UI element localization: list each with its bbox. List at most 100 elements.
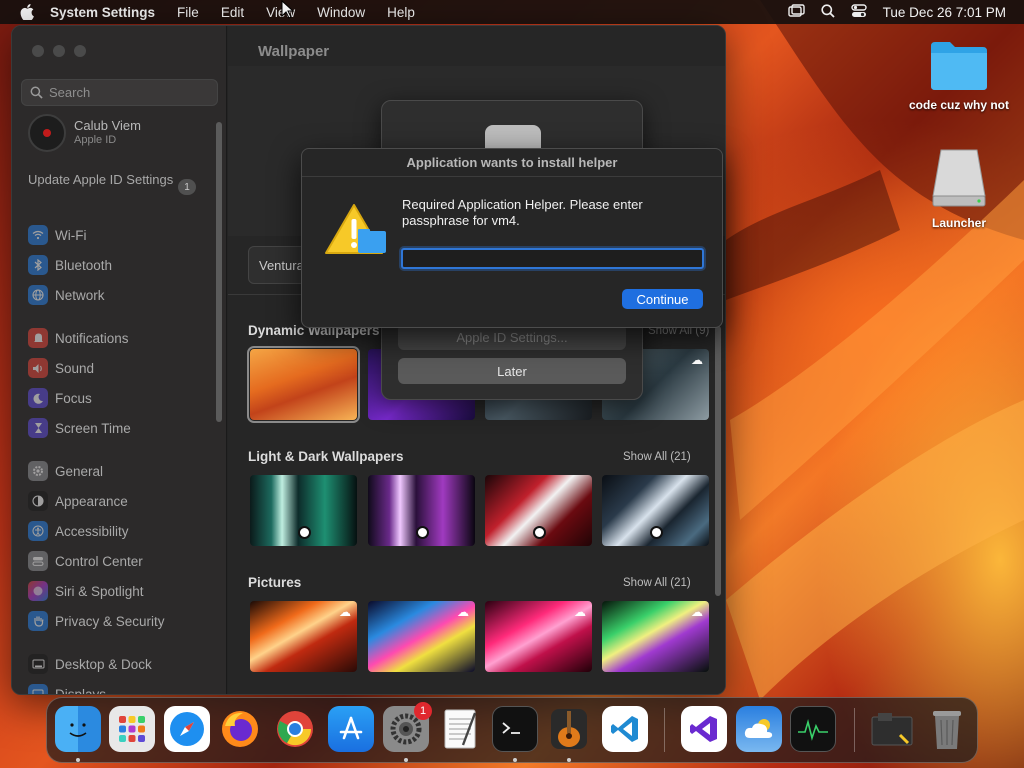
sidebar-item-label: Displays bbox=[55, 686, 107, 695]
sidebar-item-screen-time[interactable]: Screen Time bbox=[28, 417, 131, 439]
appearance-icon bbox=[28, 491, 48, 511]
later-button[interactable]: Later bbox=[398, 358, 626, 384]
wallpaper-thumb-picture-2[interactable]: ☁ bbox=[368, 601, 475, 672]
sidebar-item-siri-spotlight[interactable]: Siri & Spotlight bbox=[28, 580, 144, 602]
sidebar-scrollbar[interactable] bbox=[216, 122, 222, 422]
wallpaper-thumb-light-dark-2[interactable] bbox=[368, 475, 475, 546]
update-count-badge: 1 bbox=[178, 179, 196, 195]
sidebar-item-label: Privacy & Security bbox=[55, 613, 165, 629]
close-window-button[interactable] bbox=[32, 45, 44, 57]
notification-badge: 1 bbox=[414, 702, 432, 720]
sidebar-item-general[interactable]: General bbox=[28, 460, 103, 482]
wallpaper-thumb-ventura[interactable] bbox=[247, 346, 360, 423]
minimize-window-button[interactable] bbox=[53, 45, 65, 57]
sidebar-item-desktop-dock[interactable]: Desktop & Dock bbox=[28, 653, 152, 675]
menu-file[interactable]: File bbox=[177, 5, 199, 20]
dock-terminal-icon[interactable] bbox=[492, 706, 538, 752]
desktop-folder[interactable]: code cuz why not bbox=[899, 38, 1019, 112]
sidebar-item-sound[interactable]: Sound bbox=[28, 357, 94, 379]
continue-button[interactable]: Continue bbox=[622, 289, 703, 309]
dock-chrome-icon[interactable] bbox=[272, 706, 318, 752]
wallpaper-thumb-light-dark-3[interactable] bbox=[485, 475, 592, 546]
sidebar-item-label: Network bbox=[55, 287, 105, 303]
sidebar-item-bluetooth[interactable]: Bluetooth bbox=[28, 254, 112, 276]
sidebar-item-network[interactable]: Network bbox=[28, 284, 105, 306]
dock-downloads-stack-icon[interactable] bbox=[869, 706, 915, 752]
page-title: Wallpaper bbox=[258, 43, 330, 60]
wallpaper-thumb-light-dark-1[interactable] bbox=[250, 475, 357, 546]
dialog-message: Required Application Helper. Please ente… bbox=[402, 197, 643, 228]
control-center-icon[interactable] bbox=[850, 3, 867, 21]
dock-icon bbox=[28, 654, 48, 674]
mouse-cursor-icon bbox=[281, 0, 295, 19]
sidebar-item-label: Bluetooth bbox=[55, 257, 113, 273]
wallpaper-thumb-light-dark-4[interactable] bbox=[602, 475, 709, 546]
show-all-light-dark-link[interactable]: Show All (21) bbox=[623, 451, 691, 463]
wallpaper-thumb-picture-4[interactable]: ☁ bbox=[602, 601, 709, 672]
app-menu-system-settings[interactable]: System Settings bbox=[50, 5, 155, 20]
sidebar-item-label: Wi-Fi bbox=[55, 227, 87, 243]
dock-weather-icon[interactable] bbox=[736, 706, 782, 752]
wallpaper-thumb-picture-1[interactable]: ☁ bbox=[250, 601, 357, 672]
sidebar-item-label: Desktop & Dock bbox=[55, 656, 152, 672]
passphrase-input[interactable] bbox=[401, 248, 704, 269]
dock-finder-icon[interactable] bbox=[55, 706, 101, 752]
dock-textedit-icon[interactable] bbox=[438, 706, 484, 752]
apple-menu-icon[interactable] bbox=[16, 1, 38, 23]
light-dark-badge-icon bbox=[416, 526, 429, 539]
download-cloud-icon[interactable]: ☁ bbox=[574, 605, 586, 619]
menu-edit[interactable]: Edit bbox=[221, 5, 244, 20]
sidebar-item-control-center[interactable]: Control Center bbox=[28, 550, 143, 572]
desktop-drive[interactable]: Launcher bbox=[899, 146, 1019, 230]
sidebar-item-label: Siri & Spotlight bbox=[55, 583, 144, 599]
download-cloud-icon[interactable]: ☁ bbox=[457, 605, 469, 619]
dock-launchpad-icon[interactable] bbox=[109, 706, 155, 752]
sidebar-item-notifications[interactable]: Notifications bbox=[28, 327, 129, 349]
sidebar-item-displays[interactable]: Displays bbox=[28, 683, 107, 695]
main-scrollbar[interactable] bbox=[715, 326, 721, 596]
dock-firefox-icon[interactable] bbox=[217, 706, 263, 752]
sidebar-item-focus[interactable]: Focus bbox=[28, 387, 92, 409]
sidebar-item-privacy-security[interactable]: Privacy & Security bbox=[28, 610, 165, 632]
install-helper-dialog: Application wants to install helper Requ… bbox=[301, 148, 723, 328]
section-title-light-dark: Light & Dark Wallpapers bbox=[248, 449, 404, 464]
sidebar-item-wifi[interactable]: Wi-Fi bbox=[28, 224, 86, 246]
download-cloud-icon[interactable]: ☁ bbox=[691, 605, 703, 619]
window-controls bbox=[32, 45, 86, 57]
spotlight-search-icon[interactable] bbox=[821, 3, 835, 21]
download-cloud-icon[interactable]: ☁ bbox=[691, 353, 703, 367]
dock-trash-icon[interactable] bbox=[924, 706, 970, 752]
running-indicator bbox=[513, 758, 517, 762]
dock-safari-icon[interactable] bbox=[164, 706, 210, 752]
light-dark-badge-icon bbox=[533, 526, 546, 539]
dock-activity-monitor-icon[interactable] bbox=[790, 706, 836, 752]
dock-separator bbox=[854, 708, 855, 752]
sidebar-item-appearance[interactable]: Appearance bbox=[28, 490, 128, 512]
dock-vscode-icon[interactable] bbox=[602, 706, 648, 752]
update-apple-id-settings[interactable]: Update Apple ID Settings bbox=[28, 172, 178, 188]
wallpaper-thumb-picture-3[interactable]: ☁ bbox=[485, 601, 592, 672]
wifi-icon bbox=[28, 225, 48, 245]
menu-bar-clock[interactable]: Tue Dec 26 7:01 PM bbox=[883, 5, 1006, 20]
hand-icon bbox=[28, 611, 48, 631]
globe-icon bbox=[28, 285, 48, 305]
apple-id-account[interactable]: Calub Viem Apple ID bbox=[28, 114, 141, 152]
bluetooth-icon bbox=[28, 255, 48, 275]
desktop-drive-label: Launcher bbox=[931, 216, 986, 230]
show-all-pictures-link[interactable]: Show All (21) bbox=[623, 577, 691, 589]
menu-window[interactable]: Window bbox=[317, 5, 365, 20]
dock-visual-studio-icon[interactable] bbox=[681, 706, 727, 752]
sidebar-item-label: Appearance bbox=[55, 493, 128, 509]
zoom-window-button[interactable] bbox=[74, 45, 86, 57]
dock-app-store-icon[interactable] bbox=[328, 706, 374, 752]
sidebar-item-label: General bbox=[55, 463, 104, 479]
warning-icon bbox=[325, 204, 386, 254]
speaker-icon bbox=[28, 358, 48, 378]
screen-mirroring-icon[interactable] bbox=[787, 3, 805, 21]
sidebar-search-input[interactable]: Search bbox=[21, 79, 218, 106]
menu-help[interactable]: Help bbox=[387, 5, 415, 20]
folder-icon bbox=[931, 42, 987, 90]
download-cloud-icon[interactable]: ☁ bbox=[339, 605, 351, 619]
dock-garageband-icon[interactable] bbox=[546, 706, 592, 752]
sidebar-item-accessibility[interactable]: Accessibility bbox=[28, 520, 129, 542]
